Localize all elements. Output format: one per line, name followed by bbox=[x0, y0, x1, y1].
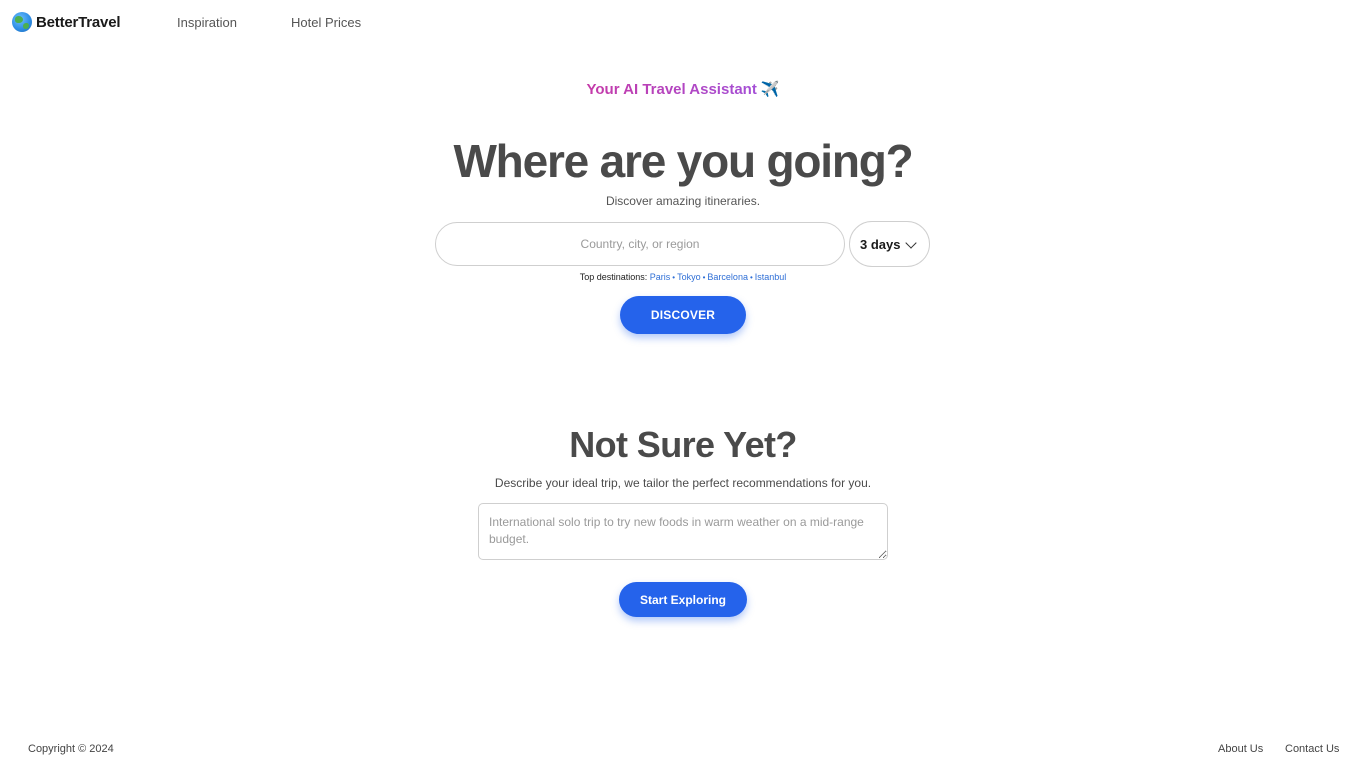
copyright-text: Copyright © 2024 bbox=[28, 743, 114, 755]
chevron-down-icon bbox=[905, 237, 917, 249]
discover-button[interactable]: DISCOVER bbox=[620, 296, 746, 334]
globe-icon bbox=[12, 12, 32, 32]
footer-link-about[interactable]: About Us bbox=[1218, 743, 1263, 755]
logo-text: BetterTravel bbox=[36, 13, 121, 31]
top-destinations-label: Top destinations: bbox=[579, 272, 648, 282]
not-sure-title: Not Sure Yet? bbox=[569, 424, 797, 465]
destination-search-input[interactable] bbox=[435, 222, 845, 266]
separator-dot: • bbox=[702, 273, 706, 282]
separator-dot: • bbox=[749, 273, 753, 282]
start-exploring-button[interactable]: Start Exploring bbox=[619, 582, 747, 617]
top-nav: BetterTravel Inspiration Hotel Prices bbox=[0, 0, 1366, 46]
footer-link-contact[interactable]: Contact Us bbox=[1285, 743, 1339, 755]
hero-subtitle: Discover amazing itineraries. bbox=[605, 194, 761, 208]
destination-link-tokyo[interactable]: Tokyo bbox=[677, 272, 701, 282]
top-destinations: Top destinations: Paris • Tokyo • Barcelona •… bbox=[0, 272, 1366, 282]
trip-duration-select[interactable]: 3 days bbox=[849, 221, 930, 267]
nav-link-hotel-prices[interactable]: Hotel Prices bbox=[291, 15, 361, 30]
airplane-icon: ✈️ bbox=[760, 81, 780, 98]
separator-dot: • bbox=[672, 273, 676, 282]
tagline-text: Your AI Travel Assistant bbox=[586, 81, 757, 98]
hero-tagline: Your AI Travel Assistant ✈️ bbox=[0, 80, 1366, 98]
nav-link-inspiration[interactable]: Inspiration bbox=[177, 15, 237, 30]
destination-link-istanbul[interactable]: Istanbul bbox=[755, 272, 787, 282]
destination-link-barcelona[interactable]: Barcelona bbox=[707, 272, 748, 282]
not-sure-subtitle: Describe your ideal trip, we tailor the … bbox=[494, 476, 872, 490]
logo[interactable]: BetterTravel bbox=[12, 12, 121, 32]
trip-duration-value: 3 days bbox=[860, 236, 901, 252]
destination-link-paris[interactable]: Paris bbox=[650, 272, 671, 282]
page: BetterTravel Inspiration Hotel Prices Yo… bbox=[0, 0, 1366, 768]
hero-title: Where are you going? bbox=[453, 135, 913, 187]
ideal-trip-textarea[interactable] bbox=[478, 503, 888, 560]
